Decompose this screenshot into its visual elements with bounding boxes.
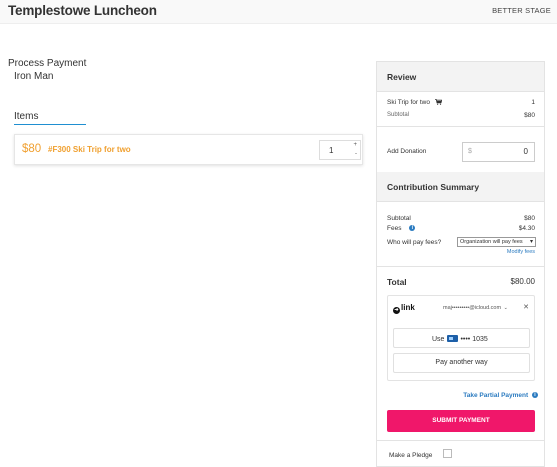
link-email-text: maj•••••••••@icloud.com [443, 305, 502, 311]
link-account-email[interactable]: maj•••••••••@icloud.com ⌄ [443, 305, 508, 311]
use-label: Use [432, 336, 445, 343]
chevron-down-icon: ▾ [529, 239, 533, 245]
fee-payer-select[interactable]: Organization will pay fees ▾ [457, 237, 536, 247]
close-icon[interactable]: ✕ [523, 303, 529, 311]
contribution-subtotal-label: Subtotal [387, 215, 411, 222]
brand-name[interactable]: BETTER STAGE [492, 6, 551, 15]
link-brand: link [401, 303, 415, 312]
link-logo: ➜ link [393, 303, 415, 314]
use-saved-card-button[interactable]: Use •••• 1035 [393, 328, 530, 348]
item-name: #F300 Ski Trip for two [48, 145, 131, 154]
top-bar: Templestowe Luncheon BETTER STAGE [0, 0, 557, 24]
partial-payment-link[interactable]: Take Partial Payment i [463, 392, 538, 399]
donation-input[interactable]: $ 0 [462, 142, 535, 162]
tab-items[interactable]: Items [14, 111, 38, 122]
review-item-qty: 1 [531, 99, 535, 106]
divider [377, 440, 544, 441]
payer-label: Who will pay fees? [387, 239, 442, 246]
event-title: Templestowe Luncheon [8, 3, 157, 18]
quantity-increase-button[interactable]: + [353, 142, 357, 148]
checkout-panel: Review Ski Trip for two 1 Subtotal $80 A… [376, 61, 545, 467]
link-logo-icon: ➜ [393, 307, 400, 314]
item-price: $80 [22, 143, 42, 155]
pay-another-way-button[interactable]: Pay another way [393, 353, 530, 373]
total-label: Total [387, 277, 407, 287]
donation-currency: $ [468, 148, 472, 155]
partial-payment-label: Take Partial Payment [463, 392, 529, 399]
review-subtotal-label: Subtotal [387, 112, 410, 118]
fees-label-row: Fees i [387, 225, 416, 232]
pledge-label: Make a Pledge [389, 452, 433, 459]
pledge-checkbox[interactable] [443, 449, 452, 458]
use-card-row: Use •••• 1035 [432, 335, 488, 343]
review-item-label: Ski Trip for two [387, 99, 430, 106]
modify-fees-link[interactable]: Modify fees [507, 249, 535, 255]
contribution-header: Contribution Summary [377, 172, 544, 202]
card-digits: •••• 1035 [460, 336, 488, 343]
divider [377, 266, 544, 267]
fee-payer-selected: Organization will pay fees [460, 239, 523, 245]
donation-value[interactable]: 0 [524, 147, 528, 156]
card-icon [447, 335, 459, 342]
chevron-down-icon: ⌄ [503, 305, 508, 311]
info-icon[interactable]: i [532, 392, 538, 399]
fees-label: Fees [387, 225, 402, 232]
page-title: Process Payment [8, 58, 87, 69]
tab-items-underline [14, 124, 86, 125]
review-heading: Review [387, 72, 417, 82]
review-item-name: Ski Trip for two [387, 99, 443, 107]
donation-label: Add Donation [387, 148, 427, 155]
review-header: Review [377, 62, 544, 92]
fees-value: $4.30 [518, 225, 535, 232]
total-value: $80.00 [510, 277, 535, 286]
contribution-heading: Contribution Summary [387, 182, 480, 192]
info-icon[interactable]: i [409, 225, 416, 232]
divider [377, 126, 544, 127]
quantity-decrease-button[interactable]: - [355, 151, 357, 157]
quantity-stepper[interactable]: 1 + - [319, 140, 361, 160]
review-subtotal-value: $80 [524, 112, 535, 119]
cart-icon [434, 99, 443, 107]
customer-name: Iron Man [14, 71, 54, 82]
item-card: $80 #F300 Ski Trip for two 1 + - [14, 134, 363, 165]
quantity-value[interactable]: 1 [329, 146, 333, 155]
link-payment-card: ➜ link maj•••••••••@icloud.com ⌄ ✕ Use •••… [387, 295, 535, 381]
contribution-subtotal-value: $80 [524, 215, 535, 222]
submit-payment-button[interactable]: SUBMIT PAYMENT [387, 410, 535, 432]
